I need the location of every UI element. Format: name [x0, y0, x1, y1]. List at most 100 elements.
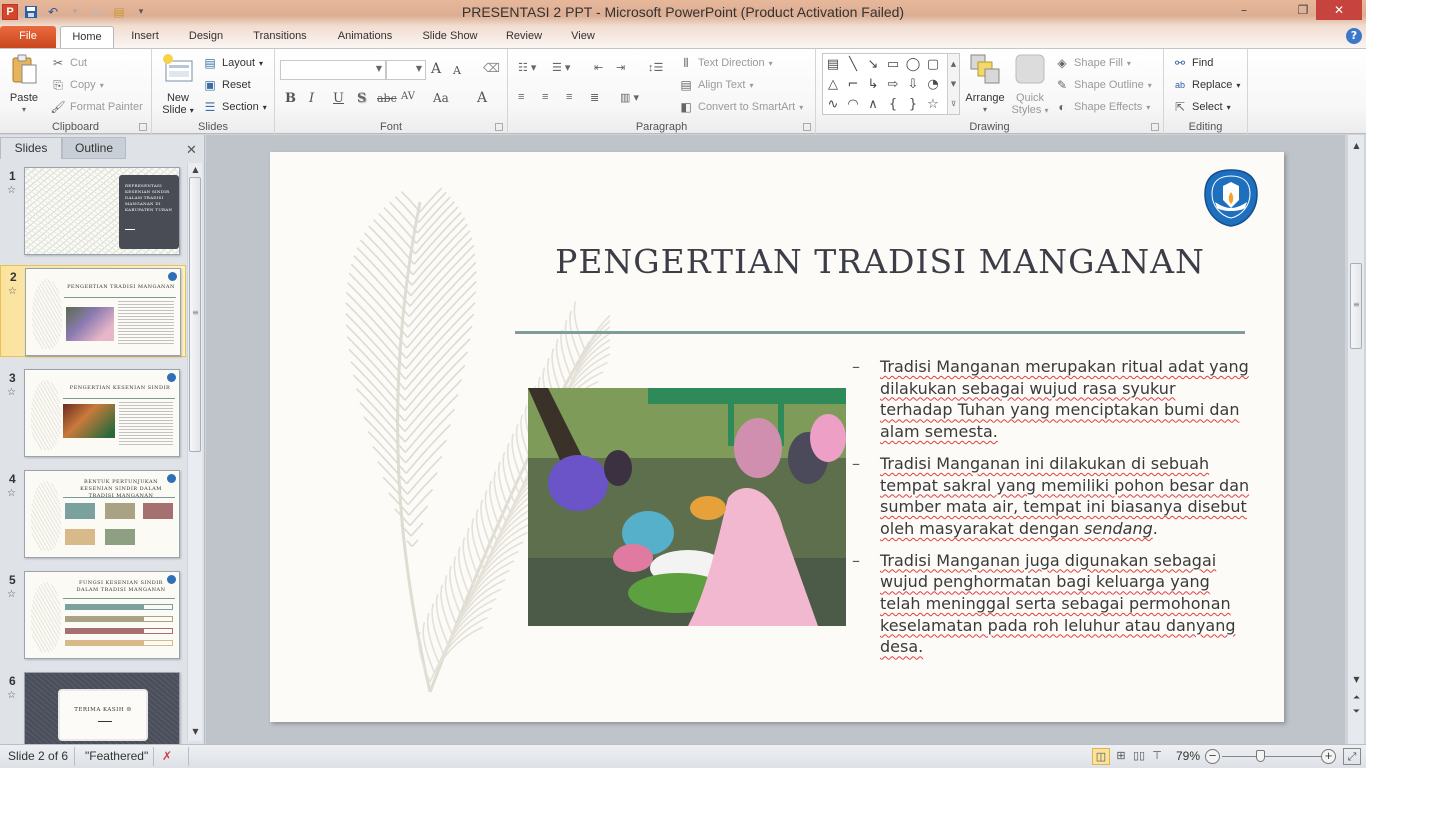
scrollbar-thumb[interactable]: ≡: [189, 177, 201, 452]
scroll-down-icon[interactable]: ▼: [1348, 675, 1365, 684]
section-button[interactable]: ☰ Section ▾: [202, 99, 267, 115]
new-slide-button[interactable]: New Slide ▾: [156, 53, 200, 117]
zoom-slider-knob[interactable]: [1256, 750, 1266, 762]
shape-triangle-icon[interactable]: △: [825, 76, 841, 92]
slide-thumbnail-4[interactable]: 4 ☆ BENTUK PERTUNJUKAN KESENIAN SINDIR D…: [0, 468, 186, 560]
font-size-combo[interactable]: ▼: [386, 60, 426, 80]
shape-line-icon[interactable]: ╲: [845, 56, 861, 72]
close-button[interactable]: ✕: [1316, 0, 1362, 20]
convert-smartart-button[interactable]: ◧ Convert to SmartArt ▾: [678, 99, 803, 115]
tab-design[interactable]: Design: [180, 26, 232, 48]
line-spacing-icon[interactable]: ↕☰: [648, 61, 663, 74]
slide-show-button[interactable]: ⊤: [1148, 748, 1166, 765]
columns-icon[interactable]: ▥ ▾: [620, 91, 639, 104]
replace-button[interactable]: ab Replace ▾: [1172, 77, 1240, 93]
tab-home[interactable]: Home: [60, 26, 114, 48]
gallery-scroll[interactable]: ▲ ▼ ⊽: [947, 54, 959, 114]
slide-thumbnail-6[interactable]: 6 ☆ TERIMA KASIH ☺: [0, 670, 186, 744]
help-icon[interactable]: ?: [1346, 28, 1362, 44]
panel-scrollbar[interactable]: ▲ ≡ ▼: [187, 163, 202, 741]
tab-file[interactable]: File: [0, 26, 56, 48]
slide-canvas[interactable]: PENGERTIAN TRADISI MANGANAN – Tradisi Ma…: [270, 152, 1284, 722]
theme-name[interactable]: "Feathered": [85, 749, 148, 763]
tab-insert[interactable]: Insert: [122, 26, 168, 48]
grow-font-button[interactable]: A: [431, 61, 441, 77]
select-button[interactable]: ⇱ Select ▾: [1172, 99, 1231, 115]
decrease-indent-icon[interactable]: ⇤: [594, 61, 603, 74]
change-case-button[interactable]: Aa: [433, 91, 449, 105]
paragraph-launcher-icon[interactable]: [803, 123, 811, 131]
editor-scrollbar[interactable]: ▲ ≡ ▼ ⏶ ⏷: [1347, 135, 1364, 744]
tab-slide-show[interactable]: Slide Show: [414, 26, 486, 48]
slide-thumbnail-3[interactable]: 3 ☆ PENGERTIAN KESENIAN SINDIR: [0, 367, 186, 459]
character-spacing-button[interactable]: AV: [401, 91, 415, 102]
tab-slides[interactable]: Slides: [0, 137, 62, 159]
underline-button[interactable]: U: [333, 91, 344, 106]
spellcheck-error-icon[interactable]: ✗: [162, 749, 172, 763]
arrange-button[interactable]: Arrange ▾: [962, 53, 1008, 116]
shape-rounded-rect-icon[interactable]: ▢: [925, 56, 941, 72]
copy-button[interactable]: ⎘ Copy ▾: [50, 77, 104, 93]
shape-textbox-icon[interactable]: ▤: [825, 56, 841, 72]
next-slide-icon[interactable]: ⏷: [1348, 707, 1365, 717]
slide-thumbnail-5[interactable]: 5 ☆ FUNGSI KESENIAN SINDIR DALAM TRADISI…: [0, 569, 186, 661]
tab-transitions[interactable]: Transitions: [244, 26, 316, 48]
font-color-button[interactable]: A: [477, 90, 487, 106]
shape-arc-icon[interactable]: ◠: [845, 96, 861, 112]
shape-effects-button[interactable]: ◐ Shape Effects ▾: [1054, 99, 1150, 115]
reading-view-button[interactable]: ▯▯: [1130, 748, 1148, 765]
zoom-slider[interactable]: [1222, 750, 1322, 762]
align-center-icon[interactable]: ≡: [542, 91, 548, 103]
layout-button[interactable]: ▤ Layout ▾: [202, 55, 263, 71]
zoom-in-button[interactable]: +: [1321, 749, 1336, 764]
previous-slide-icon[interactable]: ⏶: [1348, 693, 1365, 703]
zoom-out-button[interactable]: −: [1205, 749, 1220, 764]
scroll-up-icon[interactable]: ▲: [1348, 141, 1365, 150]
cut-button[interactable]: ✂ Cut: [50, 55, 87, 71]
slide-title[interactable]: PENGERTIAN TRADISI MANGANAN: [530, 242, 1230, 281]
shape-curve-icon[interactable]: ∧: [865, 96, 881, 112]
bullet-list[interactable]: – Tradisi Manganan merupakan ritual adat…: [852, 356, 1252, 668]
shape-arrow-line-icon[interactable]: ↘: [865, 56, 881, 72]
shape-elbow-arrow-icon[interactable]: ↳: [865, 76, 881, 92]
shape-fill-button[interactable]: ◈ Shape Fill ▾: [1054, 55, 1131, 71]
align-text-button[interactable]: ▤ Align Text ▾: [678, 77, 753, 93]
strikethrough-button[interactable]: abc: [377, 92, 397, 105]
shape-right-brace-icon[interactable]: }: [905, 96, 921, 112]
shape-rectangle-icon[interactable]: ▭: [885, 56, 901, 72]
shape-outline-button[interactable]: ✎ Shape Outline ▾: [1054, 77, 1152, 93]
scroll-up-icon[interactable]: ▲: [188, 165, 203, 174]
text-shadow-button[interactable]: S: [357, 91, 366, 106]
bold-button[interactable]: B: [285, 91, 296, 106]
align-right-icon[interactable]: ≡: [566, 91, 572, 103]
shapes-gallery[interactable]: ▤ ╲ ↘ ▭ ◯ ▢ △ ⌐ ↳ ⇨ ⇩ ◔ ∿ ◠ ∧ { } ☆ ▲ ▼ ⊽: [822, 53, 960, 115]
shape-star-icon[interactable]: ☆: [925, 96, 941, 112]
normal-view-button[interactable]: ◫: [1092, 748, 1110, 765]
find-button[interactable]: ⚯ Find: [1172, 55, 1213, 71]
drawing-launcher-icon[interactable]: [1151, 123, 1159, 131]
tab-view[interactable]: View: [562, 26, 604, 48]
text-direction-button[interactable]: ⫴ Text Direction ▾: [678, 55, 772, 71]
tab-animations[interactable]: Animations: [328, 26, 402, 48]
close-panel-icon[interactable]: ✕: [186, 143, 197, 158]
zoom-level[interactable]: 79%: [1176, 749, 1200, 763]
align-left-icon[interactable]: ≡: [518, 91, 524, 103]
fit-to-window-icon[interactable]: ⤢: [1343, 748, 1361, 765]
scrollbar-thumb[interactable]: ≡: [1350, 263, 1362, 349]
shrink-font-button[interactable]: A: [453, 64, 461, 77]
numbering-icon[interactable]: ☰ ▾: [552, 61, 570, 74]
clear-formatting-icon[interactable]: ⌫: [483, 61, 500, 75]
shape-elbow-connector-icon[interactable]: ⌐: [845, 76, 861, 92]
bullets-icon[interactable]: ☷ ▾: [518, 61, 536, 74]
shape-down-arrow-icon[interactable]: ⇩: [905, 76, 921, 92]
clipboard-launcher-icon[interactable]: [139, 123, 147, 131]
slide-thumbnail-1[interactable]: 1 ☆ REPRESENTASI KESENIAN SINDIR DALAM T…: [0, 165, 186, 257]
maximize-button[interactable]: ❐: [1290, 0, 1316, 20]
reset-button[interactable]: ▣ Reset: [202, 77, 250, 93]
quick-styles-button[interactable]: Quick Styles ▾: [1008, 53, 1052, 117]
slide-sorter-button[interactable]: ⊞: [1112, 748, 1130, 765]
paste-button[interactable]: Paste ▾: [4, 53, 44, 116]
increase-indent-icon[interactable]: ⇥: [616, 61, 625, 74]
minimize-button[interactable]: –: [1232, 0, 1256, 20]
shape-scribble-icon[interactable]: ∿: [825, 96, 841, 112]
